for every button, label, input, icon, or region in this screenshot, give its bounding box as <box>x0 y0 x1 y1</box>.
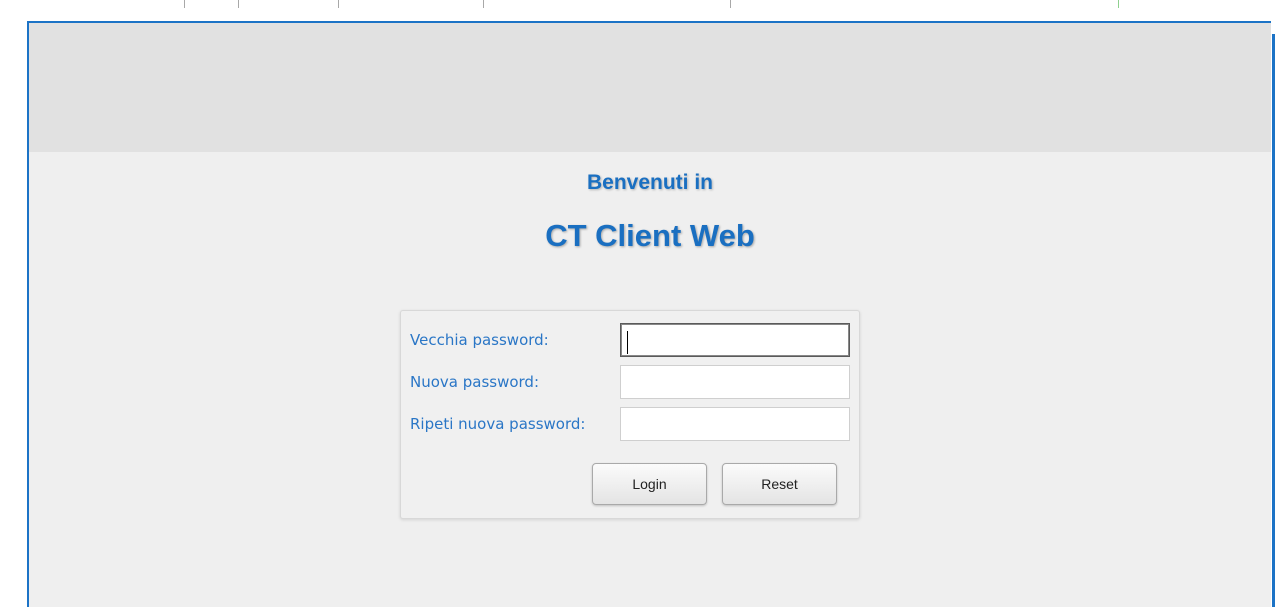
top-strip <box>0 0 1285 8</box>
frame-right-border <box>1272 34 1275 607</box>
old-password-label: Vecchia password: <box>410 331 549 349</box>
column-divider <box>184 0 185 8</box>
column-divider <box>238 0 239 8</box>
column-divider <box>483 0 484 8</box>
column-divider <box>338 0 339 8</box>
reset-button[interactable]: Reset <box>722 463 837 505</box>
app-title: CT Client Web <box>545 218 755 253</box>
login-button[interactable]: Login <box>592 463 707 505</box>
welcome-heading: Benvenuti in <box>586 171 713 194</box>
text-caret <box>627 331 628 354</box>
column-divider <box>1118 0 1119 8</box>
change-password-form: Vecchia password: Nuova password: Ripeti… <box>400 310 860 519</box>
repeat-password-label: Ripeti nuova password: <box>410 415 586 433</box>
new-password-label: Nuova password: <box>410 373 540 391</box>
column-divider <box>730 0 731 8</box>
new-password-field[interactable] <box>620 365 850 399</box>
header-band <box>29 23 1271 152</box>
repeat-password-field[interactable] <box>620 407 850 441</box>
page-frame: Benvenuti in CT Client Web Vecchia passw… <box>27 21 1271 607</box>
old-password-field[interactable] <box>620 323 850 357</box>
